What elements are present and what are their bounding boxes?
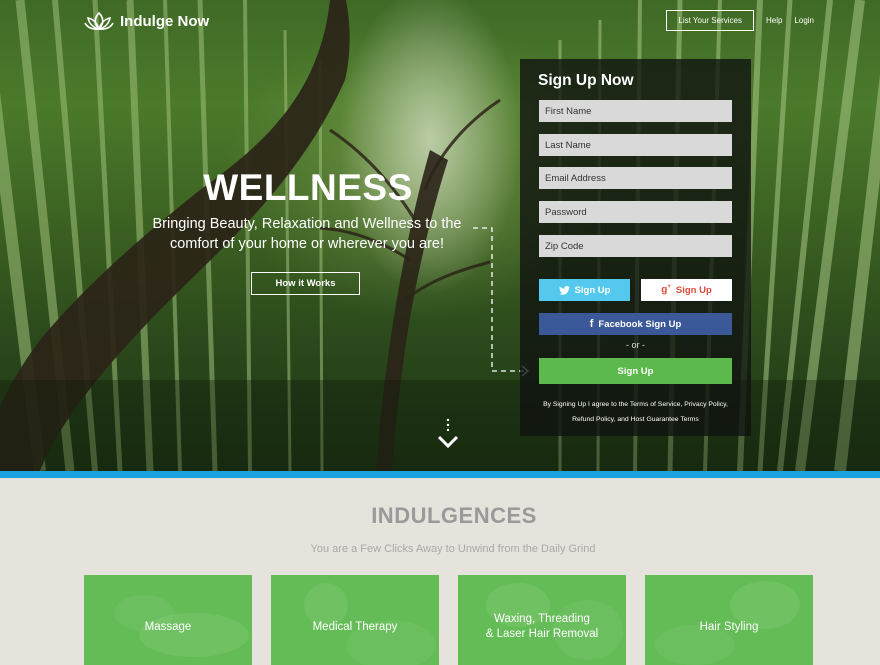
list-your-services-button[interactable]: List Your Services <box>666 10 754 31</box>
zip-code-field[interactable] <box>539 235 732 257</box>
facebook-signup-label: Facebook Sign Up <box>598 318 682 330</box>
category-card-massage[interactable]: Massage <box>84 575 252 665</box>
login-link[interactable]: Login <box>794 16 814 25</box>
indulgences-subtitle: You are a Few Clicks Away to Unwind from… <box>310 543 596 555</box>
accent-strip <box>0 471 880 478</box>
chevron-down-icon[interactable] <box>436 418 460 452</box>
help-link[interactable]: Help <box>766 16 782 25</box>
google-plus-icon: g+ <box>661 284 671 296</box>
google-plus-signup-label: Sign Up <box>675 284 712 296</box>
brand-name: Indulge Now <box>120 12 210 30</box>
or-divider: - or - <box>626 340 645 350</box>
brand-logo[interactable]: Indulge Now <box>84 10 209 32</box>
twitter-signup-button[interactable]: Sign Up <box>539 279 630 301</box>
email-field[interactable] <box>539 167 732 189</box>
facebook-signup-button[interactable]: f Facebook Sign Up <box>539 313 732 335</box>
password-field[interactable] <box>539 201 732 223</box>
terms-text: By Signing Up I agree to the Terms of Se… <box>543 401 728 423</box>
google-plus-signup-button[interactable]: g+ Sign Up <box>641 279 732 301</box>
signup-title: Sign Up Now <box>538 72 634 89</box>
lotus-icon <box>84 11 114 31</box>
category-card-hair-styling[interactable]: Hair Styling <box>645 575 813 665</box>
hero-title: WELLNESS <box>203 167 413 208</box>
card-label: Massage <box>144 620 192 633</box>
signup-panel: Sign Up Now Sign Up g+ Sign Up f Faceboo… <box>520 59 751 436</box>
hero-section: Indulge Now List Your Services Help Logi… <box>0 0 880 471</box>
top-nav: List Your Services Help Login <box>666 10 814 31</box>
card-label: Waxing, Threading & Laser Hair Removal <box>485 613 599 640</box>
facebook-icon: f <box>589 318 594 330</box>
category-card-waxing-threading[interactable]: Waxing, Threading & Laser Hair Removal <box>458 575 626 665</box>
category-card-medical-therapy[interactable]: Medical Therapy <box>271 575 439 665</box>
first-name-field[interactable] <box>539 100 732 122</box>
indulgences-title: INDULGENCES <box>371 503 537 528</box>
last-name-field[interactable] <box>539 134 732 156</box>
card-label: Hair Styling <box>699 620 759 633</box>
hero-subtitle: Bringing Beauty, Relaxation and Wellness… <box>152 216 462 252</box>
signup-submit-button[interactable]: Sign Up <box>539 358 732 384</box>
twitter-signup-label: Sign Up <box>574 284 611 296</box>
how-it-works-button[interactable]: How it Works <box>251 272 360 295</box>
card-label: Medical Therapy <box>312 620 398 633</box>
twitter-icon <box>558 285 570 295</box>
